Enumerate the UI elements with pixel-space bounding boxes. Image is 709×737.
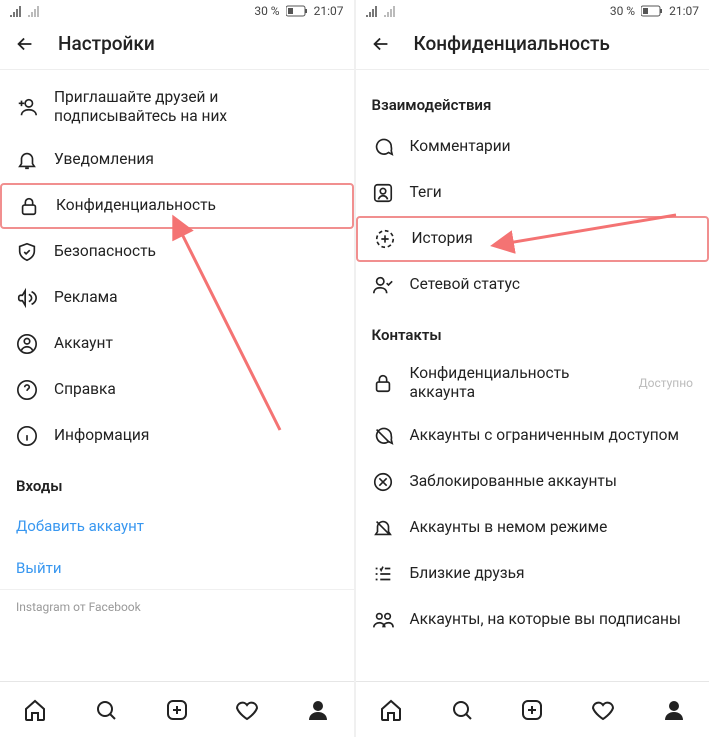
comment-icon [372,136,394,158]
header-title: Конфиденциальность [414,32,610,55]
right-screen: 30 % 21:07 Конфиденциальность Взаимодейс… [356,0,709,737]
bottom-nav [356,681,709,737]
bottom-nav [0,681,354,737]
nav-search[interactable] [449,697,475,723]
bell-icon [16,149,38,171]
row-account[interactable]: Аккаунт [0,321,354,367]
row-notifications[interactable]: Уведомления [0,137,354,183]
user-circle-icon [16,333,38,355]
row-close-friends[interactable]: Близкие друзья [356,551,709,597]
row-info[interactable]: Информация [0,413,354,459]
megaphone-icon [16,287,38,309]
lock-icon [372,372,394,394]
back-button[interactable] [370,33,392,55]
nav-search[interactable] [93,697,119,723]
back-button[interactable] [14,33,36,55]
logins-title: Входы [0,459,354,505]
muted-icon [372,517,394,539]
row-label: Информация [54,426,338,445]
row-help[interactable]: Справка [0,367,354,413]
info-icon [16,425,38,447]
nav-profile[interactable] [305,697,331,723]
signal-icon [10,5,24,17]
row-label: Заблокированные аккаунты [410,472,694,491]
row-label: Безопасность [54,242,338,261]
nav-activity[interactable] [590,697,616,723]
header: Конфиденциальность [356,22,709,70]
row-label: История [412,229,692,248]
row-label: Приглашайте друзей и подписывайтесь на н… [54,88,338,127]
signal2-icon [28,5,42,17]
row-label: Близкие друзья [410,564,694,583]
battery-icon [641,5,663,17]
settings-list: Приглашайте друзей и подписывайтесь на н… [0,70,354,681]
following-icon [372,609,394,631]
blocked-icon [372,471,394,493]
row-trail: Доступно [639,376,693,390]
row-label: Конфиденциальность [56,196,336,215]
close-friends-icon [372,563,394,585]
lock-icon [18,195,40,217]
logout-link[interactable]: Выйти [0,547,354,589]
row-invite-friends[interactable]: Приглашайте друзей и подписывайтесь на н… [0,78,354,137]
row-label: Аккаунты с ограниченным доступом [410,426,694,445]
status-icon [372,274,394,296]
row-following[interactable]: Аккаунты, на которые вы подписаны [356,597,709,643]
nav-add[interactable] [519,697,545,723]
signal2-icon [384,5,398,17]
row-label: Аккаунты в немом режиме [410,518,694,537]
battery-text: 30 % [254,4,279,18]
row-label: Сетевой статус [410,275,694,294]
add-user-icon [16,96,38,118]
statusbar: 30 % 21:07 [0,0,354,22]
battery-text: 30 % [610,4,635,18]
statusbar: 30 % 21:07 [356,0,709,22]
nav-add[interactable] [164,697,190,723]
row-label: Аккаунты, на которые вы подписаны [410,610,694,629]
signal-icon [366,5,380,17]
tag-user-icon [372,182,394,204]
row-label: Реклама [54,288,338,307]
section-contacts: Контакты [356,308,709,354]
nav-activity[interactable] [234,697,260,723]
nav-profile[interactable] [661,697,687,723]
shield-icon [16,241,38,263]
row-comments[interactable]: Комментарии [356,124,709,170]
footer-note: Instagram от Facebook [0,589,354,620]
row-label: Теги [410,183,694,202]
clock: 21:07 [314,4,344,18]
privacy-list: Взаимодействия Комментарии Теги История … [356,70,709,681]
battery-icon [286,5,308,17]
row-muted[interactable]: Аккаунты в немом режиме [356,505,709,551]
no-comment-icon [372,425,394,447]
row-activity-status[interactable]: Сетевой статус [356,262,709,308]
row-ads[interactable]: Реклама [0,275,354,321]
row-blocked[interactable]: Заблокированные аккаунты [356,459,709,505]
header: Настройки [0,22,354,70]
left-screen: 30 % 21:07 Настройки Приглашайте друзей … [0,0,354,737]
row-label: Справка [54,380,338,399]
story-icon [374,228,396,250]
nav-home[interactable] [378,697,404,723]
add-account-link[interactable]: Добавить аккаунт [0,505,354,547]
row-story[interactable]: История [356,216,709,262]
row-label: Аккаунт [54,334,338,353]
row-account-privacy[interactable]: Конфиденциальность аккаунта Доступно [356,354,709,413]
nav-home[interactable] [22,697,48,723]
row-label: Уведомления [54,150,338,169]
row-tags[interactable]: Теги [356,170,709,216]
row-privacy[interactable]: Конфиденциальность [0,183,354,229]
row-security[interactable]: Безопасность [0,229,354,275]
row-restricted[interactable]: Аккаунты с ограниченным доступом [356,413,709,459]
clock: 21:07 [669,4,699,18]
row-label: Комментарии [410,137,694,156]
header-title: Настройки [58,32,155,55]
section-interactions: Взаимодействия [356,78,709,124]
help-icon [16,379,38,401]
row-label: Конфиденциальность аккаунта [410,364,623,403]
